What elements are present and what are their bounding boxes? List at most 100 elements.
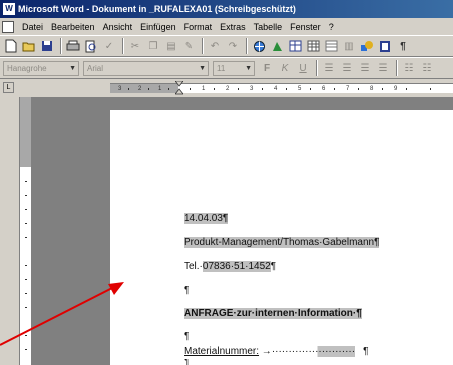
date-text: 14.04.03¶ xyxy=(184,213,229,224)
menu-help[interactable]: ? xyxy=(325,22,338,32)
menu-ansicht[interactable]: Ansicht xyxy=(99,22,137,32)
drawing-icon[interactable] xyxy=(359,38,375,54)
ruler-number: 3 xyxy=(250,86,254,92)
doc-line-phone[interactable]: Tel.·07836·51·1452¶ xyxy=(184,261,276,272)
indent-marker-icon[interactable] xyxy=(175,81,183,95)
menu-fenster[interactable]: Fenster xyxy=(286,22,325,32)
redo-icon[interactable]: ↷ xyxy=(225,38,241,54)
toolbar-separator xyxy=(246,38,248,54)
ruler-number: 1 xyxy=(158,86,162,92)
ruler-number: 1 xyxy=(202,86,206,92)
title-bar: W Microsoft Word - Dokument in _RUFALEXA… xyxy=(0,0,453,18)
bold-icon[interactable]: F xyxy=(259,60,275,76)
paragraph-mark: ¶ xyxy=(363,346,369,357)
insert-table-icon[interactable] xyxy=(305,38,321,54)
ruler-tick xyxy=(286,88,287,90)
ruler-tick xyxy=(358,88,359,90)
font-size-value: 11 xyxy=(217,63,226,73)
font-size-select[interactable]: 11 ▼ xyxy=(213,60,255,76)
horizontal-ruler[interactable]: 3 2 1 1 2 3 4 5 6 7 8 9 xyxy=(110,83,453,93)
ruler-number: 3 xyxy=(118,86,122,92)
doc-line-date[interactable]: 14.04.03¶ xyxy=(184,213,229,224)
paragraph-mark: ¶ xyxy=(184,285,190,296)
menu-einfuegen[interactable]: Einfügen xyxy=(136,22,180,32)
ruler-tick xyxy=(25,349,27,350)
doc-line-sender[interactable]: Produkt-Management/Thomas·Gabelmann¶ xyxy=(184,237,380,248)
ruler-tick xyxy=(25,181,27,182)
chevron-down-icon: ▼ xyxy=(69,64,76,72)
ruler-bar: L 3 2 1 1 2 3 4 5 6 7 8 9 xyxy=(0,79,453,97)
ruler-number: 2 xyxy=(226,86,230,92)
ruler-number: 2 xyxy=(138,86,142,92)
columns-icon[interactable]: ▥ xyxy=(341,38,357,54)
doc-line-empty[interactable]: ¶ xyxy=(184,331,189,342)
new-document-icon[interactable] xyxy=(3,38,19,54)
underline-icon[interactable]: U xyxy=(295,60,311,76)
save-icon[interactable] xyxy=(39,38,55,54)
document-map-icon[interactable] xyxy=(377,38,393,54)
ruler-tick xyxy=(238,88,239,90)
ruler-tick xyxy=(25,279,27,280)
menu-format[interactable]: Format xyxy=(180,22,217,32)
bullets-icon[interactable]: ☷ xyxy=(419,60,435,76)
numbering-icon[interactable]: ☷ xyxy=(401,60,417,76)
doc-line-heading[interactable]: ANFRAGE·zur·internen·Information·¶ xyxy=(184,308,362,319)
ruler-tick xyxy=(25,335,27,336)
insert-hyperlink-icon[interactable] xyxy=(251,38,267,54)
font-select-value: Arial xyxy=(87,63,104,73)
ruler-tick xyxy=(128,88,129,90)
font-select[interactable]: Arial ▼ xyxy=(83,60,209,76)
paste-icon[interactable]: ▤ xyxy=(163,38,179,54)
align-center-icon[interactable]: ☰ xyxy=(339,60,355,76)
word-app-icon[interactable]: W xyxy=(3,3,15,15)
menu-datei[interactable]: Datei xyxy=(18,22,47,32)
show-formatting-icon[interactable]: ¶ xyxy=(395,38,411,54)
insert-excel-icon[interactable] xyxy=(323,38,339,54)
tables-borders-icon[interactable] xyxy=(287,38,303,54)
format-painter-icon[interactable]: ✎ xyxy=(181,38,197,54)
ruler-tick xyxy=(25,237,27,238)
toolbar-separator xyxy=(396,60,398,76)
align-left-icon[interactable]: ☰ xyxy=(321,60,337,76)
style-select[interactable]: Hanagrohe ▼ xyxy=(3,60,79,76)
ruler-tick xyxy=(25,223,27,224)
ruler-tick xyxy=(382,88,383,90)
formatting-toolbar: Hanagrohe ▼ Arial ▼ 11 ▼ F K U ☰ ☰ ☰ ☰ ☷… xyxy=(0,57,453,79)
doc-line-material[interactable]: Materialnummer: →·······················… xyxy=(184,346,368,357)
form-field-placeholder[interactable]: ························· xyxy=(271,346,356,357)
material-label: Materialnummer: xyxy=(184,346,260,357)
toolbar-separator xyxy=(316,60,318,76)
menu-tabelle[interactable]: Tabelle xyxy=(250,22,287,32)
justify-icon[interactable]: ☰ xyxy=(375,60,391,76)
standard-toolbar: ✓ ✂ ❐ ▤ ✎ ↶ ↷ ▥ ¶ xyxy=(0,35,453,57)
phone-label: Tel.· xyxy=(184,261,203,272)
print-preview-icon[interactable] xyxy=(83,38,99,54)
menu-bar: Datei Bearbeiten Ansicht Einfügen Format… xyxy=(0,18,453,35)
ruler-number: 5 xyxy=(298,86,302,92)
window-title: Microsoft Word - Dokument in _RUFALEXA01… xyxy=(18,4,296,14)
copy-icon[interactable]: ❐ xyxy=(145,38,161,54)
cut-icon[interactable]: ✂ xyxy=(127,38,143,54)
phone-value: 07836·51·1452 xyxy=(202,261,271,272)
tab-selector-icon[interactable]: L xyxy=(3,82,14,93)
document-icon[interactable] xyxy=(2,20,14,33)
ruler-tick xyxy=(310,88,311,90)
ruler-number: 9 xyxy=(394,86,398,92)
menu-bearbeiten[interactable]: Bearbeiten xyxy=(47,22,99,32)
vertical-ruler[interactable] xyxy=(19,97,32,365)
print-icon[interactable] xyxy=(65,38,81,54)
menu-extras[interactable]: Extras xyxy=(216,22,250,32)
ruler-number: 6 xyxy=(322,86,326,92)
doc-line-empty[interactable]: ¶ xyxy=(184,285,189,296)
web-toolbar-icon[interactable] xyxy=(269,38,285,54)
align-right-icon[interactable]: ☰ xyxy=(357,60,373,76)
open-folder-icon[interactable] xyxy=(21,38,37,54)
undo-icon[interactable]: ↶ xyxy=(207,38,223,54)
italic-icon[interactable]: K xyxy=(277,60,293,76)
spelling-check-icon[interactable]: ✓ xyxy=(101,38,117,54)
ruler-tick xyxy=(406,88,407,90)
chevron-down-icon: ▼ xyxy=(199,64,206,72)
doc-line-empty[interactable]: ¶ xyxy=(184,359,189,365)
tab-arrow: → xyxy=(259,346,272,357)
ruler-tick xyxy=(25,195,27,196)
